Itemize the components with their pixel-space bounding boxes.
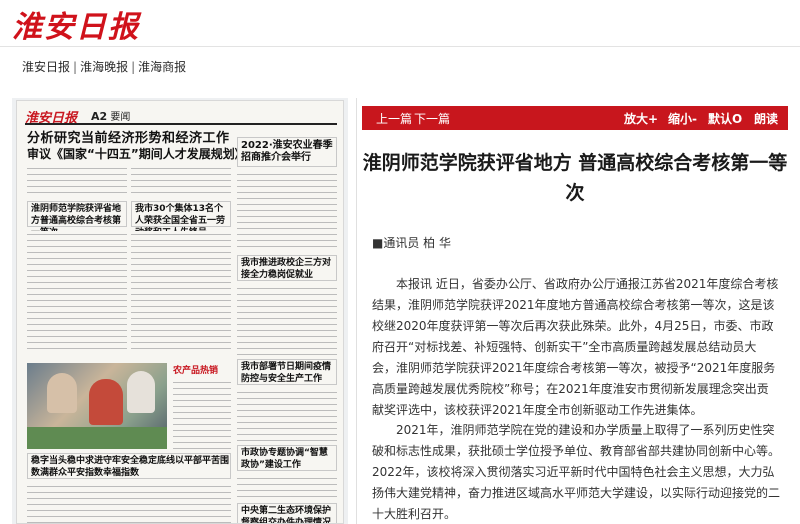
paper-article-title: 稳字当头稳中求进守牢安全稳定底线以平部平苦围数满群众平安指数幸福指数 xyxy=(31,456,230,478)
paper-text-block[interactable] xyxy=(27,165,127,197)
zoom-out-button[interactable]: 缩小- xyxy=(668,110,697,127)
paper-text-block[interactable] xyxy=(237,171,337,251)
nav-separator: | xyxy=(131,60,136,74)
paper-article-box[interactable]: 淮阴师范学院获评省地方普通高校综合考核第一等次 xyxy=(27,201,127,238)
paper-text-block[interactable] xyxy=(173,379,231,449)
paper-article-title: 我市部署节日期间疫情防控与安全生产工作 xyxy=(241,362,332,384)
paper-text-block[interactable] xyxy=(131,231,231,351)
site-header: 淮安日报 xyxy=(0,0,800,46)
paper-headline-2[interactable]: 审议《国家“十四五”期间人才发展规划》 xyxy=(27,145,247,162)
article-panel: 上一篇 下一篇 放大+ 缩小- 默认O 朗读 淮阴师范学院获评省地方 普通高校综… xyxy=(362,98,788,524)
paper-text-block[interactable] xyxy=(237,389,337,441)
site-logo[interactable]: 淮安日报 xyxy=(12,2,140,46)
paper-article-box[interactable]: 中央第二生态环境保护督察组交办件办理情况 xyxy=(237,503,337,524)
header-divider xyxy=(0,46,800,47)
nav-item-huaihai-business[interactable]: 淮海商报 xyxy=(138,60,186,74)
paper-article-title: 我市推进政校企三方对接全力稳岗促就业 xyxy=(241,258,332,280)
article-paragraph: 本报讯 近日，省委办公厅、省政府办公厅通报江苏省2021年度综合考核结果，淮阴师… xyxy=(372,277,779,417)
paper-headline-1[interactable]: 分析研究当前经济形势和经济工作 xyxy=(27,127,230,146)
paper-article-box[interactable]: 我市推进政校企三方对接全力稳岗促就业 xyxy=(237,255,337,281)
article-toolbar: 上一篇 下一篇 放大+ 缩小- 默认O 朗读 xyxy=(362,106,788,130)
nav-separator: | xyxy=(73,60,78,74)
nav-item-huaihai-evening[interactable]: 淮海晚报 xyxy=(80,60,128,74)
photo-produce xyxy=(27,427,167,449)
next-article-link[interactable]: 下一篇 xyxy=(414,110,450,127)
paper-text-block[interactable] xyxy=(27,231,127,351)
paper-text-block[interactable] xyxy=(27,483,231,523)
paper-article-title: 中央第二生态环境保护督察组交办件办理情况 xyxy=(241,506,332,524)
paper-article-box[interactable]: 我市30个集体13名个人荣获全国全省五一劳动奖和工人先锋号 xyxy=(131,201,231,238)
paper-page-number: A2 xyxy=(91,110,108,123)
paper-photo[interactable] xyxy=(27,363,167,449)
paper-text-block[interactable] xyxy=(237,475,337,501)
paper-page-label: A2 要闻 xyxy=(91,108,130,123)
default-size-button[interactable]: 默认O xyxy=(708,110,742,127)
paper-article-box[interactable]: 市政协专题协调“智慧政协”建设工作 xyxy=(237,445,337,471)
prev-article-link[interactable]: 上一篇 xyxy=(376,110,412,127)
article-author: ■通讯员 柏 华 xyxy=(372,236,451,250)
column-divider xyxy=(356,98,357,524)
photo-person xyxy=(89,379,123,425)
paper-article-box[interactable]: 稳字当头稳中求进守牢安全稳定底线以平部平苦围数满群众平安指数幸福指数 xyxy=(27,453,231,479)
paper-section: 要闻 xyxy=(110,112,131,123)
zoom-in-button[interactable]: 放大+ xyxy=(624,110,658,127)
article-paragraph: 2021年，淮阴师范学院在党的建设和办学质量上取得了一系列历史性突破和标志性成果… xyxy=(372,423,781,521)
article-title: 淮阴师范学院获评省地方 普通高校综合考核第一等次 xyxy=(362,152,788,204)
newspaper-nav: 淮安日报 | 淮海晚报 | 淮海商报 xyxy=(22,58,186,75)
read-aloud-button[interactable]: 朗读 xyxy=(754,110,778,127)
newspaper-page-thumbnail[interactable]: 淮安日报 A2 要闻 分析研究当前经济形势和经济工作 审议《国家“十四五”期间人… xyxy=(12,98,348,524)
paper-article-box[interactable]: 我市部署节日期间疫情防控与安全生产工作 xyxy=(237,359,337,385)
paper-article-box[interactable]: 2022·淮安农业春季招商推介会举行 xyxy=(237,137,337,167)
newspaper-page[interactable]: 淮安日报 A2 要闻 分析研究当前经济形势和经济工作 审议《国家“十四五”期间人… xyxy=(16,100,344,524)
paper-rule xyxy=(25,123,337,125)
paper-text-block[interactable] xyxy=(237,285,337,355)
paper-photo-caption: 农产品热销 xyxy=(173,366,219,376)
photo-person xyxy=(127,371,155,413)
paper-article-title: 2022·淮安农业春季招商推介会举行 xyxy=(241,140,333,163)
paper-text-block[interactable] xyxy=(131,165,231,197)
paper-article-title: 市政协专题协调“智慧政协”建设工作 xyxy=(241,448,328,470)
photo-person xyxy=(47,373,77,413)
nav-item-huaian-daily[interactable]: 淮安日报 xyxy=(22,60,70,74)
